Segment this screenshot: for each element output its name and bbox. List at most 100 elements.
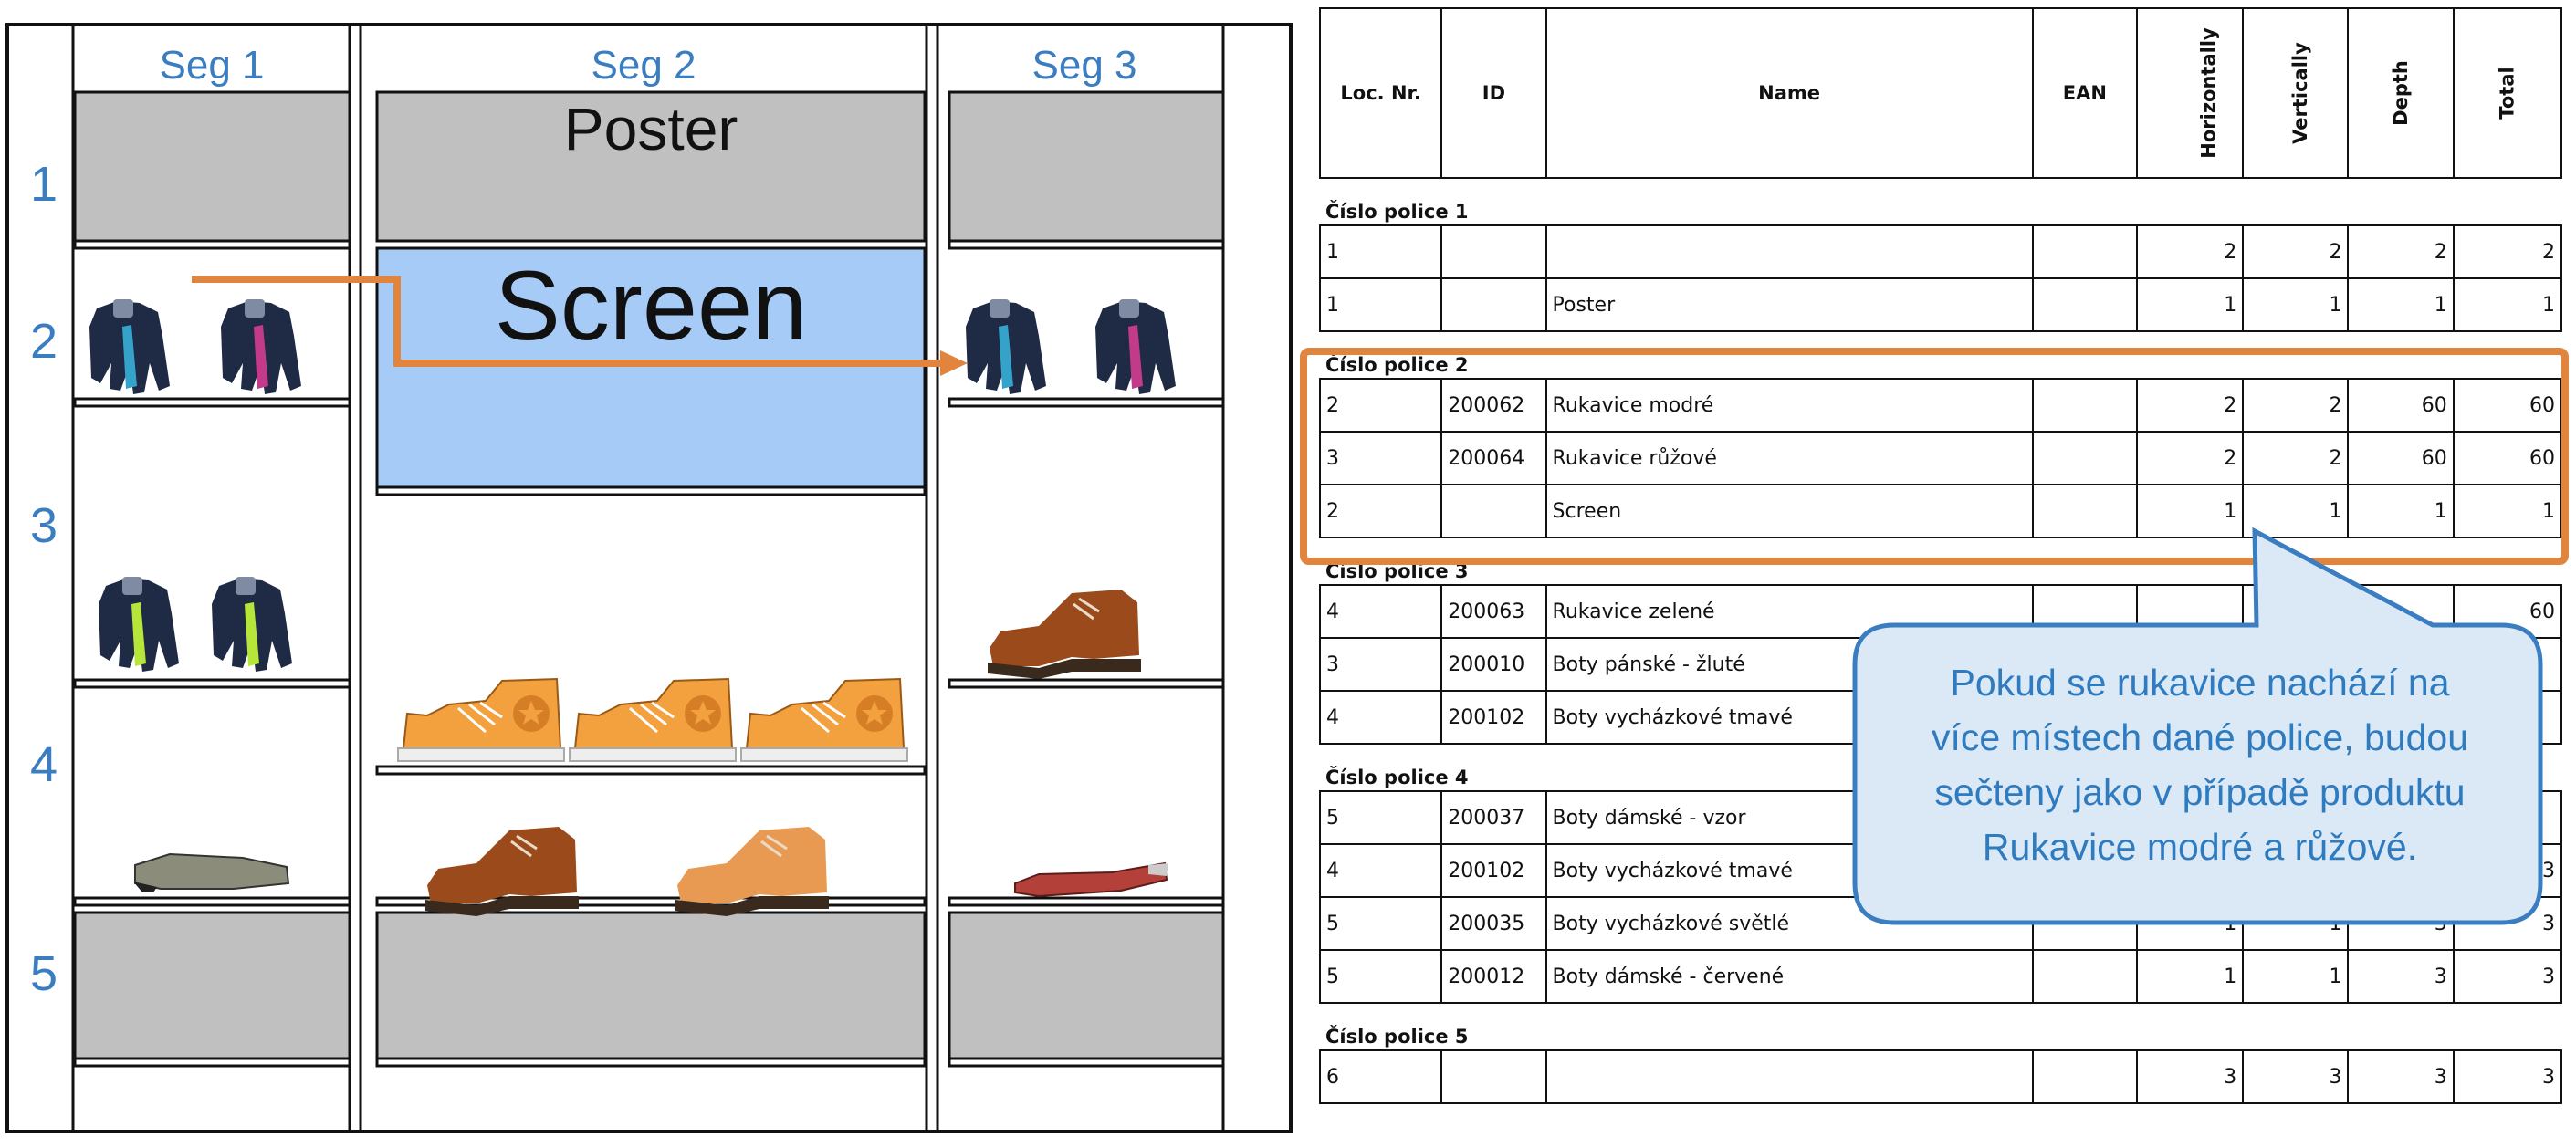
table-cell: 3 bbox=[2135, 1049, 2245, 1104]
table-cell bbox=[1440, 224, 1547, 279]
shelf-board bbox=[948, 896, 1225, 907]
table-cell: 5 bbox=[1318, 949, 1443, 1004]
table-cell: 1 bbox=[2452, 277, 2563, 332]
table-cell: 3 bbox=[1318, 431, 1443, 485]
table-cell: 3 bbox=[2452, 949, 2563, 1004]
table-cell bbox=[2031, 378, 2138, 433]
table-cell: 3 bbox=[2347, 1049, 2455, 1104]
top-block-seg3 bbox=[948, 90, 1225, 243]
table-cell: 2 bbox=[2135, 378, 2245, 433]
gloves-pink-seg1 bbox=[221, 299, 301, 394]
table-row: 63333 bbox=[1318, 1049, 2563, 1104]
shelf-number-1: 1 bbox=[30, 157, 58, 212]
table-cell: 2 bbox=[2135, 431, 2245, 485]
table-row: 3 200064 Rukavice růžové 2 2 60 60 bbox=[1318, 431, 2563, 485]
header-depth: Depth bbox=[2347, 7, 2455, 179]
bottom-block-seg2 bbox=[375, 911, 927, 1060]
table-cell: 200035 bbox=[1440, 896, 1547, 951]
table-cell: 2 bbox=[2242, 378, 2350, 433]
table-cell: 1 bbox=[2242, 949, 2350, 1004]
table-cell: 1 bbox=[2347, 277, 2455, 332]
table-cell bbox=[1545, 1049, 2034, 1104]
table-cell bbox=[1545, 224, 2034, 279]
table-cell: 60 bbox=[2452, 378, 2563, 433]
table-cell: Rukavice růžové bbox=[1545, 431, 2034, 485]
gloves-blue-seg1 bbox=[89, 299, 170, 394]
shelf-board bbox=[375, 485, 927, 496]
section-title-row: Číslo police 2 bbox=[1320, 331, 2561, 379]
table-cell: 3 bbox=[2452, 1049, 2563, 1104]
gloves-green-2 bbox=[212, 577, 292, 672]
boot-dark-seg2 bbox=[424, 825, 581, 918]
table-cell: 4 bbox=[1318, 690, 1443, 745]
table-cell: 60 bbox=[2347, 378, 2455, 433]
table-cell: 60 bbox=[2347, 431, 2455, 485]
sneaker-3 bbox=[739, 677, 909, 763]
table-header-row: Loc. Nr. ID Name EAN Horizontally Vertic… bbox=[1318, 7, 2563, 179]
shelf-board bbox=[948, 1057, 1225, 1068]
table-cell bbox=[1440, 1049, 1547, 1104]
table-cell bbox=[2031, 224, 2138, 279]
shelf-board bbox=[73, 896, 351, 907]
section-title-row: Číslo police 1 bbox=[1320, 178, 2561, 225]
section-title: Číslo police 1 bbox=[1325, 201, 1469, 223]
table-cell: 5 bbox=[1318, 896, 1443, 951]
shelf-board bbox=[948, 678, 1225, 689]
shelf-board bbox=[73, 678, 351, 689]
table-cell: 200063 bbox=[1440, 584, 1547, 639]
callout-line: sečteny jako v případě produktu bbox=[1934, 771, 2466, 813]
table-cell: Boty dámské - červené bbox=[1545, 949, 2034, 1004]
table-cell: 3 bbox=[1318, 637, 1443, 692]
shelf-board bbox=[375, 765, 927, 776]
callout-line: více místech dané police, budou bbox=[1931, 716, 2469, 758]
table-cell: 2 bbox=[2452, 224, 2563, 279]
table-cell: 1 bbox=[2135, 277, 2245, 332]
shelf-board bbox=[948, 397, 1225, 408]
table-cell: 2 bbox=[1318, 378, 1443, 433]
callout-text: Pokud se rukavice nachází na více místec… bbox=[1862, 655, 2538, 874]
table-cell: 1 bbox=[2135, 949, 2245, 1004]
header-total: Total bbox=[2452, 7, 2563, 179]
shelf-number-3: 3 bbox=[30, 498, 58, 553]
gloves-green-1 bbox=[99, 577, 179, 672]
table-row: 1 Poster 1 1 1 1 bbox=[1318, 277, 2563, 332]
shelf-board bbox=[73, 239, 351, 250]
shelf-board bbox=[948, 239, 1225, 250]
table-cell: 5 bbox=[1318, 790, 1443, 845]
table-cell: 4 bbox=[1318, 843, 1443, 898]
segment-label-1: Seg 1 bbox=[160, 43, 265, 88]
sneaker-2 bbox=[568, 677, 738, 763]
table-cell: 2 bbox=[2242, 431, 2350, 485]
segment-label-3: Seg 3 bbox=[1032, 43, 1137, 88]
table-cell bbox=[2031, 949, 2138, 1004]
section-title: Číslo police 5 bbox=[1325, 1026, 1469, 1048]
table-cell: Rukavice modré bbox=[1545, 378, 2034, 433]
table-cell: 1 bbox=[1318, 224, 1443, 279]
table-cell: 3 bbox=[2347, 949, 2455, 1004]
callout-line: Rukavice modré a růžové. bbox=[1982, 826, 2418, 868]
boot-dark-seg3 bbox=[986, 588, 1143, 681]
shelf-board bbox=[73, 397, 351, 408]
table-cell: 200037 bbox=[1440, 790, 1547, 845]
table-cell bbox=[2031, 277, 2138, 332]
table-cell: 200012 bbox=[1440, 949, 1547, 1004]
shelf-number-4: 4 bbox=[30, 737, 58, 792]
table-cell: 3 bbox=[2242, 1049, 2350, 1104]
callout-line: Pokud se rukavice nachází na bbox=[1950, 662, 2450, 704]
table-cell: 2 bbox=[2242, 224, 2350, 279]
table-cell: 2 bbox=[2347, 224, 2455, 279]
table-row: 12222 bbox=[1318, 224, 2563, 279]
table-row: 2 200062 Rukavice modré 2 2 60 60 bbox=[1318, 378, 2563, 433]
section-title: Číslo police 2 bbox=[1325, 354, 1469, 376]
table-cell bbox=[2031, 1049, 2138, 1104]
shoe-red bbox=[1014, 861, 1168, 898]
shelf-number-2: 2 bbox=[30, 314, 58, 369]
poster-label: Poster bbox=[564, 95, 738, 162]
table-row: 5 200012 Boty dámské - červené 1 1 3 3 bbox=[1318, 949, 2563, 1004]
table-cell: 1 bbox=[2242, 277, 2350, 332]
table-cell: 200064 bbox=[1440, 431, 1547, 485]
table-cell bbox=[1440, 277, 1547, 332]
shelf-board bbox=[375, 1057, 927, 1068]
shelf-number-5: 5 bbox=[30, 946, 58, 1001]
screen-label: Screen bbox=[495, 250, 807, 360]
